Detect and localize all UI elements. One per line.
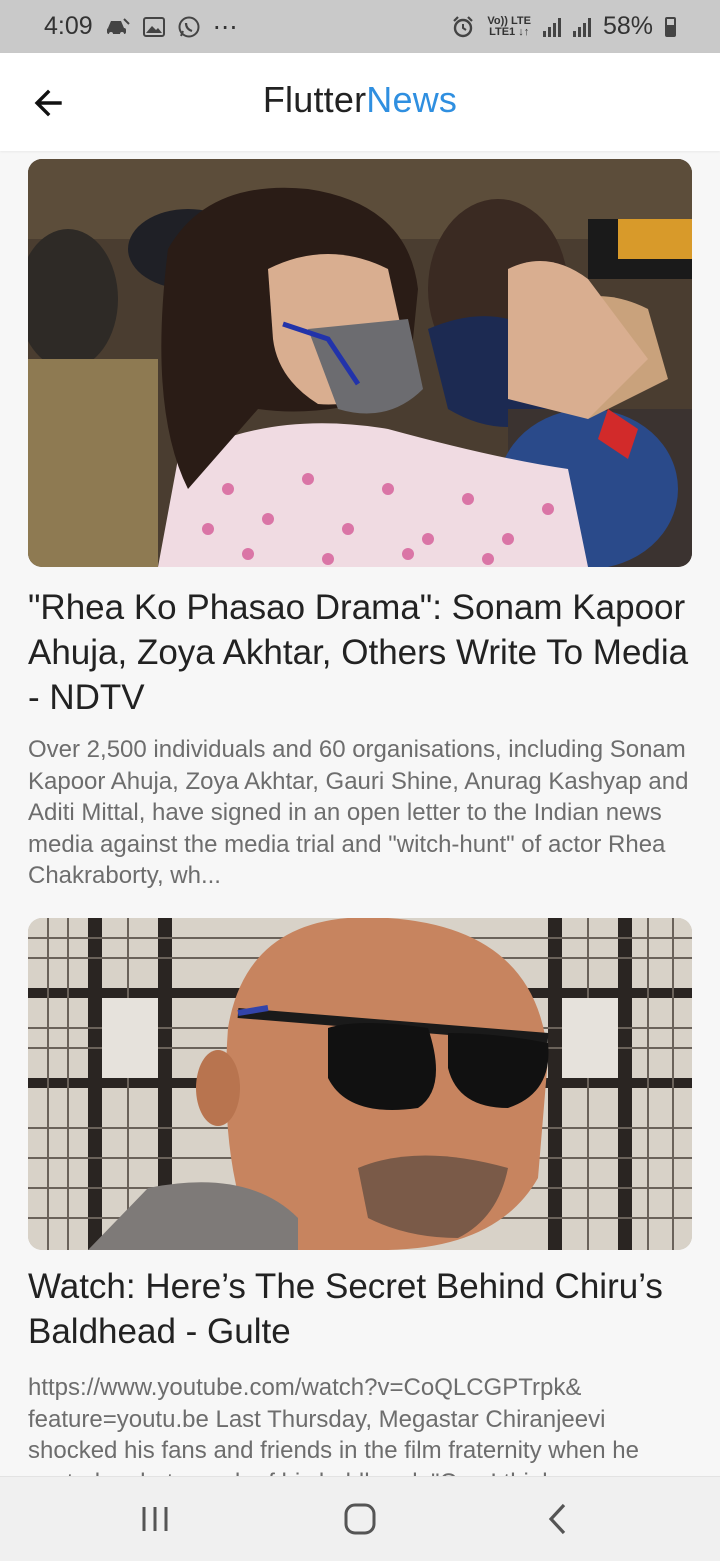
more-icon: ⋯ xyxy=(212,12,238,41)
article-description: https://www.youtube.com/watch?v=CoQLCGPT… xyxy=(28,1374,639,1476)
title-news: News xyxy=(366,79,458,120)
home-icon[interactable] xyxy=(338,1497,382,1541)
article-title[interactable]: Watch: Here’s The Secret Behind Chiru’s … xyxy=(28,1264,692,1354)
signal-2-icon xyxy=(572,17,591,37)
title-flutter: Flutter xyxy=(262,79,367,120)
app-bar: FlutterNews xyxy=(0,53,720,151)
system-nav-bar xyxy=(0,1476,720,1561)
article-card[interactable]: "Rhea Ko Phasao Drama": Sonam Kapoor Ahu… xyxy=(28,159,692,892)
back-icon[interactable] xyxy=(536,1497,580,1541)
news-feed[interactable]: "Rhea Ko Phasao Drama": Sonam Kapoor Ahu… xyxy=(0,151,720,1476)
article-image[interactable] xyxy=(28,918,692,1250)
car-icon xyxy=(105,16,131,38)
status-left: 4:09 ⋯ xyxy=(44,12,238,42)
volte-indicator: Vo)) LTE LTE1 ↓↑ xyxy=(487,14,531,38)
signal-1-icon xyxy=(542,17,561,37)
battery-icon xyxy=(665,16,676,37)
battery-percent: 58% xyxy=(602,12,653,40)
app-title: FlutterNews xyxy=(0,79,720,121)
status-bar: 4:09 ⋯ Vo)) LTE LTE1 ↓↑ 58% xyxy=(0,0,720,53)
recents-icon[interactable] xyxy=(133,1497,177,1541)
article-title[interactable]: "Rhea Ko Phasao Drama": Sonam Kapoor Ahu… xyxy=(28,585,692,720)
image-icon xyxy=(142,16,165,37)
alarm-icon xyxy=(451,15,475,39)
article-card[interactable]: Watch: Here’s The Secret Behind Chiru’s … xyxy=(28,918,692,1476)
article-description: Over 2,500 individuals and 60 organisati… xyxy=(28,736,689,889)
whatsapp-icon xyxy=(177,15,201,39)
article-image[interactable] xyxy=(28,159,692,567)
status-right: Vo)) LTE LTE1 ↓↑ 58% xyxy=(451,12,676,41)
status-time: 4:09 xyxy=(44,12,93,40)
